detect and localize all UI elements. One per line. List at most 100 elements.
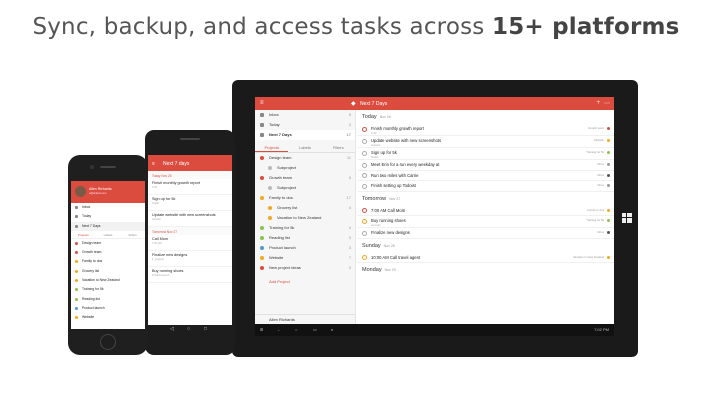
task-view-icon[interactable]: ▭ (313, 327, 317, 332)
home-button[interactable] (100, 334, 116, 350)
edge-icon[interactable]: e (331, 327, 333, 332)
project-count: 5 (348, 175, 351, 180)
hamburger-icon[interactable]: ≡ (260, 100, 264, 106)
android-phone: ≡ Next 7 days Today Nov 26 Finish monthly… (145, 130, 235, 355)
project-item[interactable]: Grocery list 4 (255, 203, 355, 213)
nav-back-icon[interactable]: ◁ (170, 326, 174, 332)
back-icon[interactable]: ← (277, 327, 281, 332)
task-row[interactable]: Sign up for 5k health Training for 5k (358, 148, 614, 160)
task-checkbox[interactable] (362, 150, 367, 156)
headline-normal: Sync, backup, and access tasks across (32, 14, 492, 40)
project-item[interactable]: Product launch (71, 304, 145, 313)
project-color-dot (260, 156, 264, 160)
task-project: Inbox (597, 230, 604, 234)
sidebar-item-today[interactable]: Today 3 (255, 120, 355, 130)
project-label: Reading list (82, 296, 100, 301)
task-row[interactable]: 10:00 AM Call travel agent Vacation to Ne… (358, 253, 614, 263)
search-icon[interactable]: ○ (295, 327, 297, 332)
task-row[interactable]: Sign up for 5k health (148, 195, 232, 211)
task-text: Run two miles with Carrie (371, 172, 419, 178)
nav-icon (260, 123, 264, 127)
project-item[interactable]: Subproject (255, 163, 355, 173)
project-count: 11 (346, 155, 351, 160)
task-row[interactable]: Call Mom 7:00 AM (148, 235, 232, 251)
project-item[interactable]: Reading list (71, 295, 145, 304)
project-color-dot (607, 231, 610, 234)
task-row[interactable]: Finish monthly growth report 2:20 Growth t… (358, 124, 614, 136)
project-item[interactable]: New project ideas 3 (255, 263, 355, 273)
task-row[interactable]: Finish monthly growth report 2:20 (148, 179, 232, 195)
task-checkbox[interactable] (362, 138, 367, 144)
project-item[interactable]: Website 7 (255, 253, 355, 263)
headline-bold: 15+ platforms (492, 14, 680, 40)
avatar[interactable] (75, 186, 86, 197)
tab-projects[interactable]: Projects (255, 143, 289, 152)
task-row[interactable]: Meet Erin for a run every weekday at Inbo… (358, 160, 614, 171)
project-item[interactable]: Design team 11 (255, 153, 355, 163)
more-icon[interactable]: ⋯ (604, 100, 610, 107)
project-item[interactable]: Training for 5k (71, 285, 145, 294)
task-checkbox[interactable] (362, 183, 367, 189)
sidebar-item-inbox[interactable]: Inbox (71, 203, 145, 212)
project-item[interactable]: Growth team 5 (255, 173, 355, 183)
tab-labels[interactable]: Labels (96, 231, 121, 238)
section-header: Monday Nov 29 (358, 263, 614, 277)
project-label: Grocery list (277, 205, 298, 210)
task-checkbox[interactable] (362, 208, 367, 213)
tab-labels[interactable]: Labels (288, 143, 321, 152)
task-row[interactable]: Update website with new screenshots websi… (358, 136, 614, 148)
task-checkbox[interactable] (362, 218, 367, 224)
project-color-dot (75, 279, 78, 283)
nav-home-icon[interactable]: ○ (187, 326, 190, 332)
task-row[interactable]: Buy running shoes errands Training for 5k (358, 216, 614, 228)
nav-recents-icon[interactable]: □ (204, 326, 207, 332)
tab-projects[interactable]: Projects (71, 231, 96, 238)
task-text: Finish monthly growth report (371, 126, 424, 131)
add-icon[interactable]: + (596, 100, 600, 106)
project-item[interactable]: Grocery list (71, 267, 145, 276)
project-color-dot (260, 256, 264, 260)
task-checkbox[interactable] (362, 162, 367, 168)
task-checkbox[interactable] (362, 173, 367, 178)
project-label: Family to dos (82, 259, 103, 264)
task-row[interactable]: 7:00 AM Call Mom Family to dos (358, 206, 614, 216)
project-item[interactable]: Design team (71, 239, 145, 248)
project-item[interactable]: Growth team (71, 248, 145, 257)
task-row[interactable]: Buy running shoes Product launch (148, 267, 232, 283)
windows-start-icon[interactable]: ⊞ (260, 327, 263, 332)
sidebar-item-next-7-days[interactable]: Next 7 Days (71, 221, 145, 231)
project-item[interactable]: Training for 5k 4 (255, 223, 355, 233)
sidebar-user[interactable]: Allen Richards (255, 314, 355, 324)
task-checkbox[interactable] (362, 255, 367, 260)
project-label: Vacation to New Zealand (82, 278, 120, 283)
sidebar-item-label: Inbox (82, 205, 91, 209)
task-row[interactable]: Run two miles with Carrie Inbox (358, 171, 614, 181)
project-item[interactable]: Family to dos (71, 257, 145, 266)
hamburger-icon[interactable]: ≡ (152, 161, 155, 167)
project-item[interactable]: Product launch 3 (255, 243, 355, 253)
project-item[interactable]: Subproject (255, 183, 355, 193)
task-checkbox[interactable] (362, 230, 367, 236)
project-item[interactable]: Vacation to New Zealand (255, 213, 355, 223)
task-row[interactable]: Finish setting up Todoist Inbox (358, 181, 614, 192)
nav-icon (75, 224, 78, 228)
project-item[interactable]: Family to dos 17 (255, 193, 355, 203)
sidebar-item-today[interactable]: Today (71, 212, 145, 221)
project-color-dot (607, 139, 610, 142)
project-item[interactable]: Reading list 3 (255, 233, 355, 243)
sidebar-item-inbox[interactable]: Inbox 5 (255, 110, 355, 120)
android-nav-bar: ◁ ○ □ (148, 325, 232, 335)
sidebar-item-next-7-days[interactable]: Next 7 Days 17 (255, 130, 355, 140)
tab-filters[interactable]: Filters (322, 143, 355, 152)
project-item[interactable]: Website (71, 313, 145, 322)
project-item[interactable]: Vacation to New Zealand (71, 276, 145, 285)
task-row[interactable]: Finalize new designs Inbox (358, 228, 614, 239)
task-row[interactable]: Update website with new screenshots websi… (148, 211, 232, 227)
task-row[interactable]: Finalize new designs #_projects (148, 251, 232, 267)
add-project-button[interactable]: Add Project (255, 277, 355, 287)
task-checkbox[interactable] (362, 126, 367, 132)
task-sub: website (371, 142, 381, 147)
project-label: Subproject (277, 185, 297, 190)
phone-camera (90, 165, 94, 169)
tab-filters[interactable]: Filters (120, 231, 145, 238)
